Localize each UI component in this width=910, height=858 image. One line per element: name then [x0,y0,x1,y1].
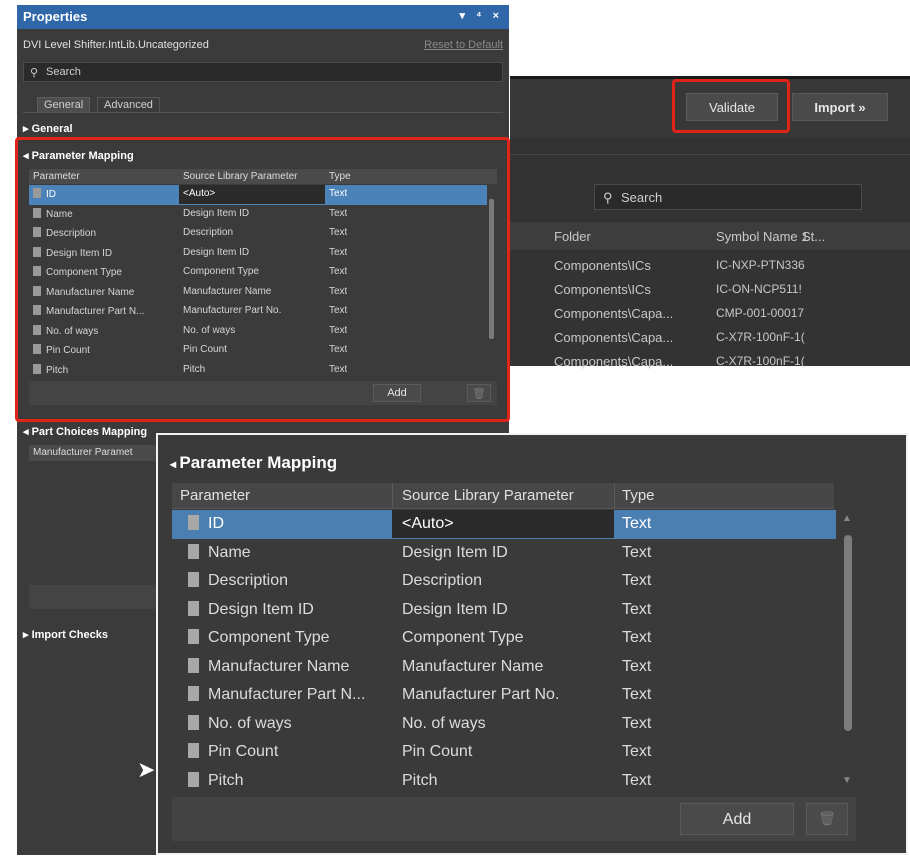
scrollbar-thumb[interactable] [844,535,852,731]
parameter-icon [188,743,199,758]
search-icon: ⚲ [30,67,39,79]
zoom-section-title[interactable]: ◂ Parameter Mapping [170,453,337,473]
table-row[interactable]: Pitch Pitch Text [172,767,836,796]
tab-strip: General Advanced [23,97,503,113]
section-part-choices-mapping[interactable]: ◂ Part Choices Mapping [23,425,147,438]
highlight-frame [15,137,510,422]
column-folder[interactable]: Folder [554,229,591,244]
parameter-icon [188,629,199,644]
parameter-icon [188,686,199,701]
mouse-cursor-icon: ➤ [137,757,156,782]
column-symbol-name[interactable]: Symbol Name 1 [716,229,808,244]
parameter-icon [188,543,199,559]
table-row[interactable]: ID <Auto> Text [172,510,836,539]
library-divider [510,143,910,155]
zoom-footer: Add 🗑 [172,797,856,841]
parameter-icon [188,714,199,730]
library-table-header: Folder Symbol Name 1 St... [510,222,910,250]
component-path: DVI Level Shifter.IntLib.Uncategorized [23,39,209,51]
parameter-icon [188,657,199,673]
library-table-body: Components\ICs IC-NXP-PTN336 Components\I… [510,252,910,369]
section-import-checks[interactable]: ▸ Import Checks [23,628,108,641]
search-input[interactable]: ⚲ Search [23,62,503,82]
column-source-library-parameter[interactable]: Source Library Parameter [402,487,574,504]
panel-title: Properties [23,9,88,24]
properties-titlebar: Properties ▾ ⁴ × [17,5,509,29]
reset-to-default-link[interactable]: Reset to Default [424,39,503,51]
table-row[interactable]: Manufacturer Name Manufacturer Name Text [172,653,836,682]
zoomed-parameter-mapping: ◂ Parameter Mapping Parameter Source Lib… [156,433,908,855]
library-window: Validate Import » ⚲ Search Folder Symbol… [510,76,910,369]
column-status[interactable]: St... [802,229,825,244]
table-row[interactable]: Components\ICs IC-ON-NCP511! [510,282,910,306]
tab-advanced[interactable]: Advanced [97,97,160,112]
tab-general[interactable]: General [37,97,91,112]
delete-icon[interactable]: 🗑 [806,803,848,835]
column-parameter[interactable]: Parameter [180,487,250,504]
table-row[interactable]: Pin Count Pin Count Text [172,738,836,767]
zoom-grid-body: ID <Auto> Text Name Design Item ID Text Desc… [172,510,836,796]
column-divider [392,483,393,509]
table-row[interactable]: Description Description Text [172,567,836,596]
table-row[interactable]: Manufacturer Part N... Manufacturer Part … [172,681,836,710]
window-controls[interactable]: ▾ ⁴ × [460,9,504,22]
column-type[interactable]: Type [622,487,655,504]
caret-down-icon: ◂ [23,426,32,438]
column-divider [614,483,615,509]
caret-down-icon: ◂ [170,457,180,471]
table-row[interactable]: Name Design Item ID Text [172,539,836,568]
table-row[interactable]: Design Item ID Design Item ID Text [172,596,836,625]
table-row[interactable]: Components\Capa... C-X7R-100nF-1( [510,330,910,354]
validate-highlight [672,79,790,133]
zoom-grid-header: Parameter Source Library Parameter Type [172,483,834,509]
column-manufacturer-parameter[interactable]: Manufacturer Paramet [33,447,133,458]
parameter-icon [188,600,199,616]
table-row[interactable]: Components\ICs IC-NXP-PTN336 [510,258,910,282]
scroll-up-icon[interactable]: ▲ [842,513,852,531]
search-icon: ⚲ [603,190,613,205]
search-placeholder: Search [46,66,81,78]
table-row[interactable]: Components\Capa... CMP-001-00017 [510,306,910,330]
section-general[interactable]: ▸ General [23,122,73,135]
table-row[interactable]: Components\Capa... C-X7R-100nF-1( [510,354,910,369]
search-placeholder: Search [621,190,663,205]
parameter-icon [188,771,199,787]
parameter-icon [188,515,199,530]
caret-right-icon: ▸ [23,123,32,135]
add-button[interactable]: Add [680,803,794,835]
table-row[interactable]: No. of ways No. of ways Text [172,710,836,739]
caret-right-icon: ▸ [23,629,32,641]
parameter-icon [188,572,199,587]
library-search-input[interactable]: ⚲ Search [594,184,862,210]
scroll-down-icon[interactable]: ▼ [842,775,852,793]
table-row[interactable]: Component Type Component Type Text [172,624,836,653]
import-button[interactable]: Import » [792,93,888,121]
